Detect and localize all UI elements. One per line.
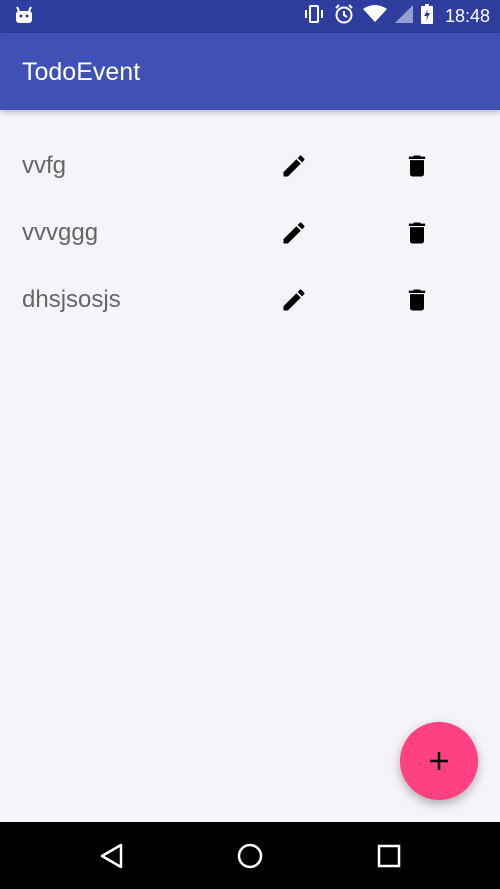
edit-button[interactable] <box>280 286 308 314</box>
plus-icon <box>430 752 448 770</box>
todo-text: vvvggg <box>22 219 99 246</box>
home-button[interactable] <box>235 841 265 871</box>
battery-charging-icon <box>420 4 433 29</box>
back-icon <box>100 843 123 869</box>
delete-button[interactable] <box>403 152 431 180</box>
recents-icon <box>377 844 401 868</box>
todo-text: vvfg <box>22 152 67 179</box>
pencil-icon <box>283 222 305 244</box>
todo-row: vvvggg <box>0 199 500 266</box>
todo-row: dhsjsosjs <box>0 266 500 333</box>
trash-icon <box>408 222 426 244</box>
todo-text: dhsjsosjs <box>22 286 121 313</box>
back-button[interactable] <box>97 841 127 871</box>
app-bar: TodoEvent <box>0 33 500 110</box>
home-icon <box>237 843 263 869</box>
recents-button[interactable] <box>374 841 404 871</box>
trash-icon <box>408 289 426 311</box>
navigation-bar <box>0 822 500 889</box>
trash-icon <box>408 155 426 177</box>
signal-icon <box>394 5 413 28</box>
edit-button[interactable] <box>280 152 308 180</box>
delete-button[interactable] <box>403 286 431 314</box>
alarm-icon <box>333 3 355 30</box>
android-notification-icon <box>14 6 34 29</box>
status-time: 18:48 <box>444 6 490 26</box>
pencil-icon <box>283 155 305 177</box>
edit-button[interactable] <box>280 219 308 247</box>
todo-list: vvfg vvvggg dhsjsosjs <box>0 132 500 333</box>
add-todo-button[interactable] <box>400 722 478 800</box>
wifi-icon <box>362 5 387 28</box>
delete-button[interactable] <box>403 219 431 247</box>
pencil-icon <box>283 289 305 311</box>
app-title: TodoEvent <box>22 58 141 86</box>
status-bar: 18:48 <box>0 0 500 33</box>
vibrate-icon <box>303 4 325 29</box>
todo-row: vvfg <box>0 132 500 199</box>
